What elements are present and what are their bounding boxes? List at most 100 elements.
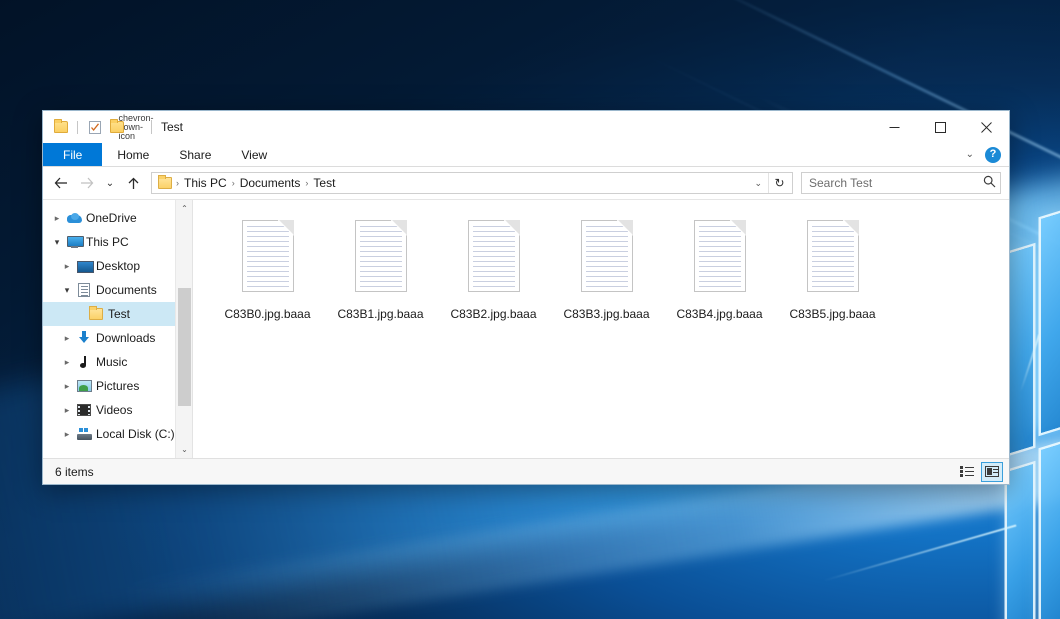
chevron-down-icon[interactable]: ⌄ — [962, 149, 978, 160]
file-explorer-window: chevron-down-icon Test File Home Share V… — [42, 110, 1010, 485]
windows-logo-pane — [1041, 211, 1060, 433]
file-name: C83B1.jpg.baaa — [337, 307, 423, 321]
item-count-label: 6 items — [55, 465, 94, 479]
sidebar-item-desktop[interactable]: ▸ Desktop — [43, 254, 192, 278]
scrollbar-thumb[interactable] — [178, 288, 191, 406]
tab-view[interactable]: View — [226, 143, 282, 166]
tab-share[interactable]: Share — [164, 143, 226, 166]
help-icon[interactable]: ? — [985, 147, 1001, 163]
address-bar-row: ⌄ › This PC › Documents › Test ⌄ ↻ Searc… — [43, 167, 1009, 199]
sidebar-item-label: Desktop — [96, 259, 140, 273]
refresh-icon[interactable]: ↻ — [768, 173, 790, 193]
file-name: C83B5.jpg.baaa — [789, 307, 875, 321]
breadcrumb-item-documents[interactable]: Documents — [236, 176, 305, 190]
large-icons-view-button[interactable] — [981, 462, 1003, 482]
generic-document-icon — [236, 220, 300, 298]
sidebar-item-music[interactable]: ▸ Music — [43, 350, 192, 374]
back-button[interactable] — [49, 171, 73, 195]
sidebar-item-label: Pictures — [96, 379, 139, 393]
title-bar: chevron-down-icon Test — [43, 111, 1009, 143]
music-icon — [75, 350, 93, 374]
address-bar[interactable]: › This PC › Documents › Test ⌄ ↻ — [151, 172, 793, 194]
navigation-pane: ▸ OneDrive ▾ This PC ▸ Desktop — [43, 200, 193, 458]
file-item[interactable]: C83B2.jpg.baaa — [437, 218, 550, 321]
ribbon-tab-bar: File Home Share View ⌄ ? — [43, 143, 1009, 167]
file-name: C83B4.jpg.baaa — [676, 307, 762, 321]
file-item[interactable]: C83B5.jpg.baaa — [776, 218, 889, 321]
sidebar-item-this-pc[interactable]: ▾ This PC — [43, 230, 192, 254]
folder-icon — [158, 177, 172, 189]
properties-icon[interactable] — [86, 119, 103, 136]
scroll-down-icon[interactable]: ⌄ — [176, 441, 193, 458]
breadcrumb-item-this-pc[interactable]: This PC — [180, 176, 231, 190]
sidebar-item-onedrive[interactable]: ▸ OneDrive — [43, 206, 192, 230]
file-name: C83B2.jpg.baaa — [450, 307, 536, 321]
chevron-right-icon[interactable]: ▸ — [59, 350, 75, 374]
sidebar-scrollbar[interactable]: ⌃ ⌄ — [175, 200, 192, 458]
window-title: Test — [151, 120, 183, 134]
file-item[interactable]: C83B0.jpg.baaa — [211, 218, 324, 321]
sidebar-item-test[interactable]: Test — [43, 302, 192, 326]
this-pc-icon — [65, 230, 83, 254]
file-name: C83B3.jpg.baaa — [563, 307, 649, 321]
breadcrumb: › This PC › Documents › Test — [157, 176, 748, 190]
chevron-right-icon[interactable]: ▸ — [59, 398, 75, 422]
chevron-down-icon[interactable]: ⌄ — [748, 178, 768, 189]
desktop-background: chevron-down-icon Test File Home Share V… — [0, 0, 1060, 619]
minimize-button[interactable] — [871, 111, 917, 143]
recent-locations-button[interactable]: ⌄ — [101, 171, 119, 195]
sidebar-item-downloads[interactable]: ▸ Downloads — [43, 326, 192, 350]
sidebar-item-local-disk-c[interactable]: ▸ Local Disk (C:) — [43, 422, 192, 446]
pictures-icon — [75, 374, 93, 398]
quick-access-toolbar: chevron-down-icon — [43, 119, 142, 136]
sidebar-item-label: OneDrive — [86, 211, 137, 225]
status-bar: 6 items — [43, 458, 1009, 484]
file-list-view[interactable]: C83B0.jpg.baaa C83B1.jpg.baaa — [193, 200, 1009, 458]
search-input[interactable]: Search Test — [809, 176, 983, 190]
scroll-up-icon[interactable]: ⌃ — [176, 200, 193, 217]
chevron-right-icon[interactable]: ▸ — [59, 254, 75, 278]
sidebar-item-label: Videos — [96, 403, 132, 417]
maximize-button[interactable] — [917, 111, 963, 143]
new-folder-icon[interactable] — [108, 119, 125, 136]
sidebar-item-videos[interactable]: ▸ Videos — [43, 398, 192, 422]
desktop-icon — [75, 254, 93, 278]
search-icon[interactable] — [983, 175, 996, 191]
onedrive-icon — [65, 206, 83, 230]
generic-document-icon — [462, 220, 526, 298]
details-view-button[interactable] — [956, 462, 978, 482]
chevron-down-icon[interactable]: ▾ — [49, 230, 65, 254]
chevron-down-icon[interactable]: chevron-down-icon — [130, 120, 142, 134]
search-box[interactable]: Search Test — [801, 172, 1001, 194]
sidebar-item-label: Test — [108, 307, 130, 321]
windows-logo-pane — [1007, 246, 1033, 454]
breadcrumb-item-test[interactable]: Test — [309, 176, 339, 190]
videos-icon — [75, 398, 93, 422]
chevron-right-icon[interactable]: ▸ — [49, 206, 65, 230]
up-button[interactable] — [121, 171, 145, 195]
sidebar-item-label: Downloads — [96, 331, 155, 345]
file-item[interactable]: C83B3.jpg.baaa — [550, 218, 663, 321]
disk-icon — [75, 422, 93, 446]
chevron-right-icon[interactable]: ▸ — [59, 422, 75, 446]
sidebar-item-label: Music — [96, 355, 127, 369]
tab-home[interactable]: Home — [102, 143, 164, 166]
folder-icon[interactable] — [52, 119, 69, 136]
file-item[interactable]: C83B1.jpg.baaa — [324, 218, 437, 321]
chevron-right-icon[interactable]: ▸ — [59, 374, 75, 398]
sidebar-item-pictures[interactable]: ▸ Pictures — [43, 374, 192, 398]
window-controls — [871, 111, 1009, 143]
generic-document-icon — [575, 220, 639, 298]
chevron-down-icon[interactable]: ▾ — [59, 278, 75, 302]
tab-file[interactable]: File — [43, 143, 102, 166]
toolbar-separator — [77, 121, 78, 134]
sidebar-item-documents[interactable]: ▾ Documents — [43, 278, 192, 302]
sidebar-item-label: Documents — [96, 283, 157, 297]
file-item[interactable]: C83B4.jpg.baaa — [663, 218, 776, 321]
close-button[interactable] — [963, 111, 1009, 143]
chevron-right-icon[interactable]: ▸ — [59, 326, 75, 350]
downloads-icon — [75, 326, 93, 350]
folder-tree: ▸ OneDrive ▾ This PC ▸ Desktop — [43, 200, 192, 446]
forward-button — [75, 171, 99, 195]
windows-logo-pane — [1041, 442, 1060, 619]
